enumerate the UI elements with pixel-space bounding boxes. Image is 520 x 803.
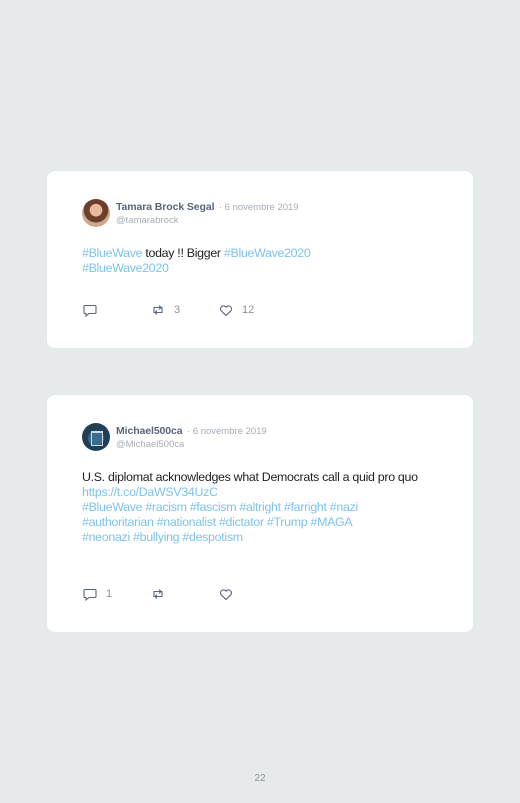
like-button[interactable] [218, 586, 286, 602]
hashtag[interactable]: #BlueWave [82, 246, 143, 260]
tweet-text: #BlueWave today !! Bigger #BlueWave2020 … [82, 246, 445, 276]
tweet-date[interactable]: · 6 novembre 2019 [187, 426, 267, 437]
author-handle[interactable]: @Michael500ca [116, 438, 267, 451]
page-number: 22 [254, 773, 266, 784]
tweet-text-segment: U.S. diplomat acknowledges what Democrat… [82, 470, 418, 484]
author-handle[interactable]: @tamarabrock [116, 214, 299, 227]
tweet-card[interactable]: Tamara Brock Segal · 6 novembre 2019 @ta… [47, 171, 473, 348]
hashtags[interactable]: #neonazi #bullying #despotism [82, 530, 243, 544]
hashtag[interactable]: #BlueWave2020 [82, 261, 169, 275]
reply-count: 1 [106, 588, 113, 600]
tweet-date[interactable]: · 6 novembre 2019 [219, 202, 299, 213]
tweet-actions: 3 12 [82, 302, 286, 318]
heart-icon [219, 305, 233, 317]
retweet-icon [153, 589, 163, 599]
heart-icon [219, 589, 233, 601]
retweet-button[interactable] [150, 586, 218, 602]
like-count: 12 [242, 304, 255, 316]
reply-button[interactable]: 1 [82, 586, 150, 602]
avatar[interactable] [82, 199, 110, 227]
tweet-card[interactable]: Michael500ca · 6 novembre 2019 @Michael5… [47, 395, 473, 632]
retweet-count: 3 [174, 304, 181, 316]
avatar[interactable] [82, 423, 110, 451]
reply-icon [83, 304, 97, 318]
reply-icon [83, 588, 97, 602]
like-button[interactable]: 12 [218, 302, 286, 318]
hashtag[interactable]: #BlueWave2020 [224, 246, 311, 260]
tweet-header: Tamara Brock Segal · 6 novembre 2019 @ta… [82, 199, 299, 227]
author-name[interactable]: Tamara Brock Segal [116, 201, 214, 213]
author-name[interactable]: Michael500ca [116, 425, 183, 437]
tweet-link[interactable]: https://t.co/DaWSV34UzC [82, 485, 218, 499]
retweet-icon [153, 305, 163, 315]
reply-button[interactable] [82, 302, 150, 318]
tweet-text-segment: today !! Bigger [142, 246, 224, 260]
hashtags[interactable]: #authoritarian #nationalist #dictator #T… [82, 515, 353, 529]
hashtags[interactable]: #BlueWave #racism #fascism #altright #fa… [82, 500, 358, 514]
tweet-header: Michael500ca · 6 novembre 2019 @Michael5… [82, 423, 267, 451]
retweet-button[interactable]: 3 [150, 302, 218, 318]
tweet-text: U.S. diplomat acknowledges what Democrat… [82, 470, 445, 545]
tweet-actions: 1 [82, 586, 286, 602]
